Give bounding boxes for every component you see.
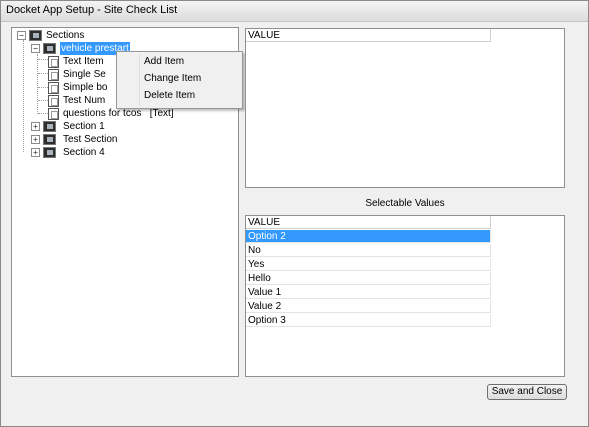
tree-line <box>37 54 38 114</box>
table-row[interactable]: Hello <box>246 272 491 285</box>
tree-line <box>38 100 48 101</box>
document-icon <box>48 108 59 120</box>
table-row[interactable]: No <box>246 244 491 257</box>
menu-item-add-item[interactable]: Add Item <box>144 54 184 70</box>
table-row[interactable]: Yes <box>246 258 491 271</box>
menu-item-delete-item[interactable]: Delete Item <box>144 88 195 104</box>
menu-gutter <box>139 54 140 106</box>
table-row[interactable]: Value 1 <box>246 286 491 299</box>
tree-node-label: Single Se <box>63 69 106 80</box>
tree-node-label: Sections <box>46 30 85 41</box>
selectable-values-caption: Selectable Values <box>365 198 445 209</box>
tree-line <box>23 40 24 152</box>
folder-icon <box>29 30 42 41</box>
document-icon <box>48 82 59 94</box>
table-row[interactable]: Value 2 <box>246 300 491 313</box>
folder-icon <box>43 121 56 132</box>
expand-icon[interactable]: + <box>31 135 40 144</box>
app-window: Docket App Setup - Site Check List − Sec… <box>0 0 589 427</box>
selectable-values-grid[interactable]: VALUE Option 2 No Yes Hello Value 1 Valu… <box>245 215 565 377</box>
tree-node-label: Section 1 <box>63 121 105 132</box>
folder-icon <box>43 43 56 54</box>
save-and-close-button[interactable]: Save and Close <box>487 384 567 400</box>
window-title: Docket App Setup - Site Check List <box>6 4 178 16</box>
tree-node-label: Simple bo <box>63 82 108 93</box>
table-row[interactable]: Option 2 <box>246 230 491 243</box>
collapse-icon[interactable]: − <box>31 44 40 53</box>
collapse-icon[interactable]: − <box>17 31 26 40</box>
expand-icon[interactable]: + <box>31 148 40 157</box>
table-row[interactable]: Option 3 <box>246 314 491 327</box>
tree-node-label: Section 4 <box>63 147 105 158</box>
tree-node-label: Text Item <box>63 56 104 67</box>
tree-line <box>38 59 48 60</box>
folder-icon <box>43 134 56 145</box>
expand-icon[interactable]: + <box>31 122 40 131</box>
folder-icon <box>43 147 56 158</box>
context-menu: Add Item Change Item Delete Item <box>116 51 243 109</box>
tree-line <box>38 87 48 88</box>
document-icon <box>48 69 59 81</box>
column-header-value[interactable]: VALUE <box>246 216 491 229</box>
column-header-value[interactable]: VALUE <box>246 29 491 42</box>
tree-line <box>38 73 48 74</box>
tree-node-label: Test Section <box>63 134 118 145</box>
tree-node-label: Test Num <box>63 95 106 106</box>
document-icon <box>48 95 59 107</box>
title-bar[interactable]: Docket App Setup - Site Check List <box>1 1 588 22</box>
menu-item-change-item[interactable]: Change Item <box>144 71 201 87</box>
tree-line <box>38 113 48 114</box>
values-grid-top[interactable]: VALUE <box>245 28 565 188</box>
document-icon <box>48 56 59 68</box>
